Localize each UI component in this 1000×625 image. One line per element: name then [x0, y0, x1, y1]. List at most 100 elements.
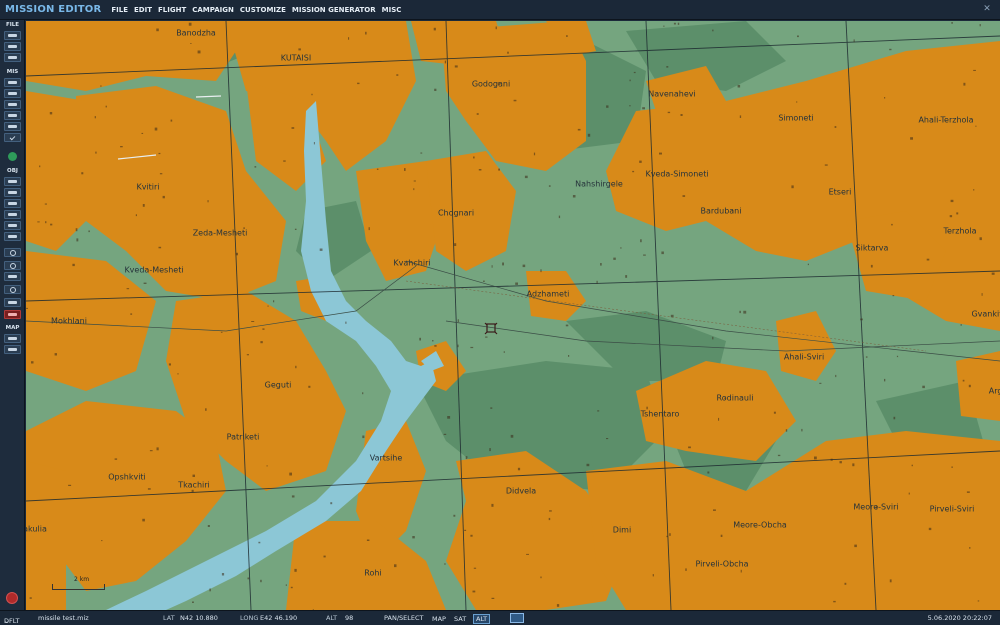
- add-ship-button[interactable]: [4, 199, 21, 208]
- goals-icon: [8, 81, 17, 84]
- add-group-button[interactable]: [4, 232, 21, 241]
- globe-icon: [8, 152, 17, 161]
- alt-mode-button[interactable]: ALT: [473, 614, 491, 624]
- add-nav-point-button[interactable]: [4, 261, 21, 270]
- menu-campaign[interactable]: CAMPAIGN: [192, 6, 234, 14]
- aircraft-button[interactable]: [4, 100, 21, 109]
- town-label: Tshentaro: [640, 409, 680, 419]
- town-label: Tkachiri: [178, 480, 210, 490]
- static-object-icon: [8, 224, 17, 227]
- check-button[interactable]: [4, 133, 21, 142]
- new-file-icon: [8, 34, 17, 37]
- town-label: Rohi: [364, 568, 382, 578]
- status-bar: DFLT ⌄ missile test.miz LAT N42 10.880 L…: [0, 610, 1000, 625]
- town-label: Rodinauli: [716, 393, 754, 403]
- save-file-button[interactable]: [4, 53, 21, 62]
- distance-icon: [8, 348, 17, 351]
- plane-icon: [8, 180, 17, 183]
- town-label: Kveda-Simoneti: [645, 169, 709, 179]
- section-label-file: FILE: [5, 22, 20, 28]
- open-file-button[interactable]: [4, 42, 21, 51]
- zone-icon: [9, 249, 16, 256]
- town-label: Geguti: [264, 380, 292, 390]
- town-label: Chognari: [437, 208, 475, 218]
- town-label: akulia: [26, 524, 47, 534]
- town-label: Meore-Obcha: [733, 520, 787, 530]
- menu-flight[interactable]: FLIGHT: [158, 6, 186, 14]
- map-options-icon: [8, 337, 17, 340]
- delete-icon: [8, 313, 17, 316]
- menu-misc[interactable]: MISC: [382, 6, 402, 14]
- ship-icon: [8, 202, 17, 205]
- triggers-button[interactable]: [4, 122, 21, 131]
- close-icon[interactable]: ✕: [982, 4, 992, 14]
- town-label: Vartsihe: [369, 453, 403, 463]
- group-icon: [8, 235, 17, 238]
- template-icon: [8, 275, 17, 278]
- measure-button[interactable]: [4, 285, 21, 294]
- map-view[interactable]: Banodzha KUTAISI Godogani Navenahevi Simonet…: [26, 21, 1000, 610]
- town-label: Argv: [988, 386, 1000, 396]
- add-template-button[interactable]: [4, 272, 21, 281]
- town-label: Mokhlani: [51, 316, 87, 326]
- nav-point-icon: [9, 262, 16, 269]
- town-label: Terzhola: [943, 226, 977, 236]
- delete-button[interactable]: [4, 310, 21, 319]
- menu-edit[interactable]: EDIT: [134, 6, 152, 14]
- app-title: MISSION EDITOR: [5, 4, 102, 15]
- add-zone-button[interactable]: [4, 248, 21, 257]
- town-label: Opshkviti: [108, 472, 146, 482]
- left-toolbar: FILE MIS OBJ MAP: [0, 20, 25, 610]
- new-file-button[interactable]: [4, 31, 21, 40]
- briefing-button[interactable]: [4, 111, 21, 120]
- map-scale-label: 2 km: [74, 576, 90, 583]
- mode-label: PAN/SELECT: [384, 614, 424, 622]
- town-label: KUTAISI: [280, 53, 312, 63]
- aircraft-icon: [8, 103, 17, 106]
- town-label: Godogani: [471, 79, 511, 89]
- check-icon: [9, 134, 16, 141]
- mission-goals-button[interactable]: [4, 78, 21, 87]
- town-label: Navenahevi: [648, 89, 696, 99]
- town-label: Patriketi: [226, 432, 260, 442]
- town-label: Ahali-Terzhola: [918, 115, 974, 125]
- chevron-down-icon: ⌄: [4, 617, 10, 625]
- menu-mission-generator[interactable]: MISSION GENERATOR: [292, 6, 376, 14]
- town-label: Kvitiri: [136, 182, 160, 192]
- town-label: Adzhameti: [526, 289, 570, 299]
- town-label: Kveda-Mesheti: [124, 265, 184, 275]
- lat-label: LAT: [163, 614, 175, 622]
- town-label: Banodzha: [176, 28, 216, 38]
- add-plane-button[interactable]: [4, 177, 21, 186]
- town-label: Siktarva: [855, 243, 889, 253]
- coalition-button[interactable]: [4, 152, 21, 161]
- long-label: LONG: [240, 614, 259, 622]
- town-label: Bardubani: [700, 206, 742, 216]
- menu-file[interactable]: FILE: [111, 6, 128, 14]
- town-label: Pirveli-Obcha: [695, 559, 749, 569]
- town-label: Nahshirgele: [575, 179, 623, 189]
- helicopter-icon: [8, 191, 17, 194]
- weather-button[interactable]: [4, 89, 21, 98]
- folder-icon: [8, 45, 17, 48]
- town-label: Gvankiti: [971, 309, 1000, 319]
- layers-button[interactable]: [4, 298, 21, 307]
- add-vehicle-button[interactable]: [4, 210, 21, 219]
- map-ruler-button[interactable]: [4, 345, 21, 354]
- map-canvas[interactable]: [26, 21, 1000, 610]
- long-value: E42 46.190: [260, 614, 298, 622]
- map-mode-button[interactable]: MAP: [429, 614, 449, 624]
- map-layers-toggle[interactable]: [510, 613, 524, 623]
- lat-value: N42 10.880: [180, 614, 218, 622]
- record-icon[interactable]: [6, 592, 18, 604]
- add-helicopter-button[interactable]: [4, 188, 21, 197]
- menu-customize[interactable]: CUSTOMIZE: [240, 6, 286, 14]
- section-label-map: MAP: [5, 325, 20, 331]
- cloud-icon: [8, 92, 17, 95]
- map-options-button[interactable]: [4, 334, 21, 343]
- section-label-mis: MIS: [6, 69, 19, 75]
- add-static-button[interactable]: [4, 221, 21, 230]
- town-label: Pirveli-Sviri: [929, 504, 975, 514]
- section-label-obj: OBJ: [7, 168, 18, 174]
- sat-mode-button[interactable]: SAT: [451, 614, 469, 624]
